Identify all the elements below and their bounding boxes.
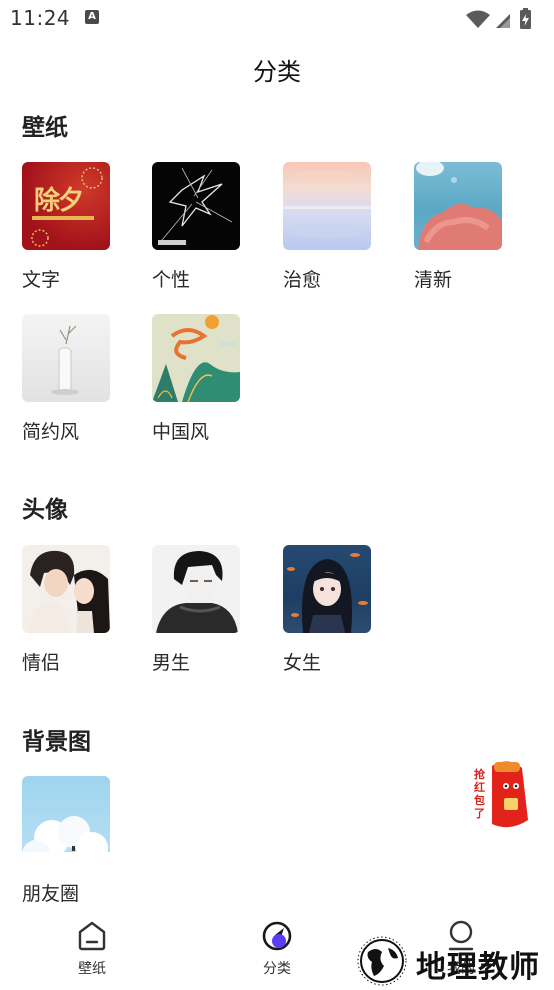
red-envelope-text: 抢红包了	[474, 768, 485, 820]
signal-battery-icon	[466, 8, 531, 29]
section-title-wallpaper: 壁纸	[22, 115, 68, 141]
watermark-text: 地理教师	[416, 950, 540, 985]
nav-label: 壁纸	[78, 961, 106, 977]
notification-icon: A	[85, 10, 99, 24]
category-label: 中国风	[152, 421, 210, 443]
category-label: 文字	[22, 269, 61, 291]
nav-label: 分类	[263, 961, 291, 977]
thumbnail-boy	[152, 545, 240, 633]
thumbnail-couple	[22, 545, 110, 633]
section-title-avatar: 头像	[22, 497, 68, 523]
thumbnail-title: 除夕	[34, 186, 84, 216]
section-title-background: 背景图	[22, 729, 91, 755]
globe-logo-icon	[357, 936, 407, 986]
thumbnail-personality	[152, 162, 240, 250]
status-time: 11:24	[10, 6, 71, 30]
nav-item-category[interactable]: 分类	[242, 920, 312, 978]
thumbnail-minimal	[22, 314, 110, 402]
category-label: 个性	[152, 269, 191, 291]
status-icons	[462, 7, 542, 35]
category-label: 清新	[414, 269, 453, 291]
nav-item-wallpaper[interactable]: 壁纸	[57, 920, 127, 978]
page-title: 分类	[253, 58, 301, 86]
category-label: 男生	[152, 652, 191, 674]
category-label: 朋友圈	[22, 883, 80, 905]
thumbnail-moments	[22, 776, 110, 864]
thumbnail-chinese	[152, 314, 240, 402]
category-icon	[262, 921, 292, 951]
thumbnail-text: 除夕	[22, 162, 110, 250]
category-label: 女生	[283, 652, 322, 674]
thumbnail-girl	[283, 545, 371, 633]
status-bar: 11:24 A	[0, 0, 554, 38]
category-label: 简约风	[22, 421, 80, 443]
red-envelope-badge[interactable]: 抢红包了	[470, 756, 532, 832]
category-label: 治愈	[283, 269, 322, 291]
thumbnail-fresh	[414, 162, 502, 250]
thumbnail-healing	[283, 162, 371, 250]
category-label: 情侣	[22, 652, 61, 674]
home-icon	[78, 921, 106, 951]
watermark: 地理教师	[352, 936, 552, 986]
